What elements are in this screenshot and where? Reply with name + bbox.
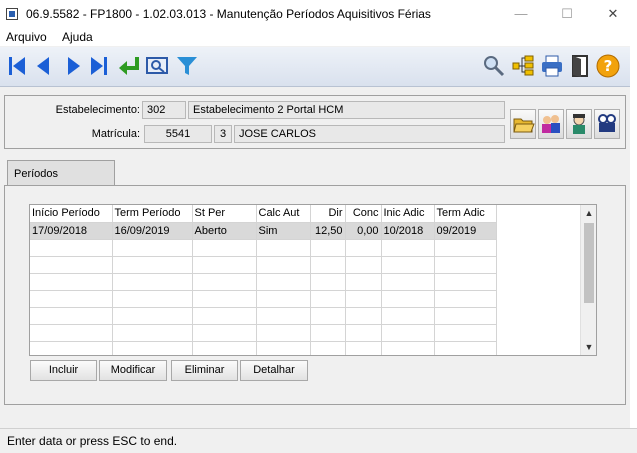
next-record-icon[interactable] <box>60 53 86 79</box>
window-title: 06.9.5582 - FP1800 - 1.02.03.013 - Manut… <box>26 7 431 21</box>
cell-inicio-periodo[interactable]: 17/09/2018 <box>30 222 113 240</box>
svg-text:?: ? <box>604 57 613 75</box>
table-row[interactable] <box>30 307 497 325</box>
people-icon[interactable] <box>538 109 564 139</box>
help-icon[interactable]: ? <box>595 53 621 79</box>
tab-periodos-label: Períodos <box>14 168 59 180</box>
camera-icon[interactable] <box>594 109 620 139</box>
eliminar-button[interactable]: Eliminar <box>171 360 238 381</box>
maximize-button[interactable]: ☐ <box>544 0 590 28</box>
goto-icon[interactable] <box>144 53 170 79</box>
col-header-term-adic[interactable]: Term Adic <box>434 205 497 223</box>
window-border <box>630 28 637 428</box>
open-folder-icon[interactable] <box>510 109 536 139</box>
cell-term-adic[interactable]: 09/2019 <box>434 222 497 240</box>
table-row[interactable]: 17/09/2018 16/09/2019 Aberto Sim 12,50 0… <box>30 222 497 240</box>
detalhar-button[interactable]: Detalhar <box>240 360 308 381</box>
col-header-calc-aut[interactable]: Calc Aut <box>256 205 311 223</box>
modificar-button[interactable]: Modificar <box>99 360 167 381</box>
table-row[interactable] <box>30 256 497 274</box>
close-button[interactable]: ✕ <box>590 0 636 28</box>
search-icon[interactable] <box>481 53 507 79</box>
col-header-inic-adic[interactable]: Inic Adic <box>381 205 435 223</box>
col-header-term-periodo[interactable]: Term Período <box>112 205 193 223</box>
exit-icon[interactable] <box>567 53 593 79</box>
title-bar: 06.9.5582 - FP1800 - 1.02.03.013 - Manut… <box>0 0 637 28</box>
scroll-up-icon[interactable]: ▲ <box>581 205 596 221</box>
estabelecimento-name-field: Estabelecimento 2 Portal HCM <box>188 101 505 119</box>
cell-inic-adic[interactable]: 10/2018 <box>381 222 435 240</box>
incluir-button[interactable]: Incluir <box>30 360 97 381</box>
print-icon[interactable] <box>539 53 565 79</box>
col-header-dir[interactable]: Dir <box>310 205 346 223</box>
col-header-inicio-periodo[interactable]: Início Período <box>30 205 113 223</box>
return-icon[interactable] <box>116 53 142 79</box>
scrollbar-thumb[interactable] <box>584 223 594 303</box>
cell-calc-aut[interactable]: Sim <box>256 222 311 240</box>
cell-st-per[interactable]: Aberto <box>192 222 257 240</box>
first-record-icon[interactable] <box>5 53 31 79</box>
previous-record-icon[interactable] <box>31 53 57 79</box>
minimize-button[interactable]: — <box>498 0 544 28</box>
last-record-icon[interactable] <box>86 53 112 79</box>
table-row[interactable] <box>30 273 497 291</box>
matricula-number-field[interactable]: 5541 <box>144 125 212 143</box>
cell-dir[interactable]: 12,50 <box>310 222 346 240</box>
app-icon <box>6 8 18 20</box>
filter-icon[interactable] <box>174 53 200 79</box>
matricula-digit-field: 3 <box>214 125 232 143</box>
employee-icon[interactable] <box>566 109 592 139</box>
toolbar: ? <box>0 47 630 87</box>
menu-ajuda[interactable]: Ajuda <box>62 30 93 44</box>
table-row[interactable] <box>30 341 497 355</box>
tab-periodos[interactable]: Períodos <box>7 160 115 186</box>
status-bar: Enter data or press ESC to end. <box>0 428 637 453</box>
cell-conc[interactable]: 0,00 <box>345 222 382 240</box>
col-header-conc[interactable]: Conc <box>345 205 382 223</box>
menu-bar: Arquivo Ajuda <box>0 28 637 46</box>
estabelecimento-label: Estabelecimento: <box>55 104 140 116</box>
scroll-down-icon[interactable]: ▼ <box>581 339 596 355</box>
periods-grid: Início Período Term Período St Per Calc … <box>29 204 597 356</box>
matricula-label: Matrícula: <box>91 128 140 140</box>
menu-arquivo[interactable]: Arquivo <box>6 30 47 44</box>
estabelecimento-code-field[interactable]: 302 <box>142 101 186 119</box>
status-text: Enter data or press ESC to end. <box>7 434 178 448</box>
tree-icon[interactable] <box>510 53 536 79</box>
table-row[interactable] <box>30 290 497 308</box>
grid-header-row: Início Período Term Período St Per Calc … <box>30 205 497 223</box>
table-row[interactable] <box>30 239 497 257</box>
cell-term-periodo[interactable]: 16/09/2019 <box>112 222 193 240</box>
employee-name-field: JOSE CARLOS <box>234 125 505 143</box>
table-row[interactable] <box>30 324 497 342</box>
col-header-st-per[interactable]: St Per <box>192 205 257 223</box>
vertical-scrollbar[interactable]: ▲ ▼ <box>580 205 596 355</box>
